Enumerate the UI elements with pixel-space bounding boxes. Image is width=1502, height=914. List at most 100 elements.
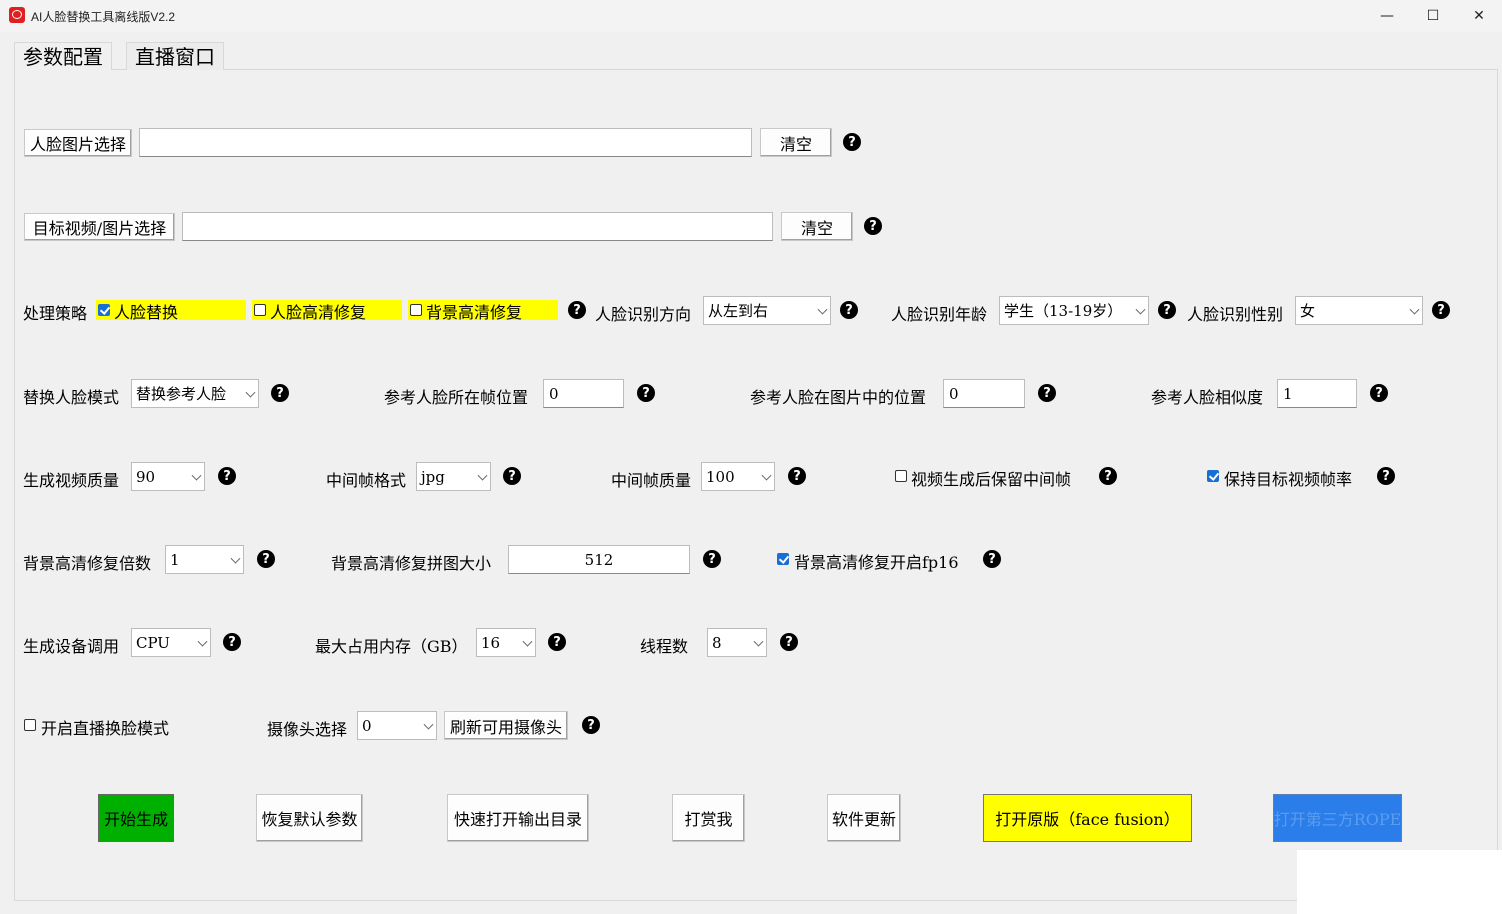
age-select[interactable]: 学生（13-19岁） [999,296,1149,325]
help-icon[interactable]: ? [223,633,241,651]
bg-tile-input[interactable]: 512 [508,545,690,574]
help-icon[interactable]: ? [703,550,721,568]
bg-fp16-checkbox[interactable] [777,553,789,565]
chevron-down-icon [245,387,256,398]
help-icon[interactable]: ? [503,467,521,485]
refresh-camera-button[interactable]: 刷新可用摄像头 [444,711,568,740]
strategy-option-face-enhance[interactable]: 人脸高清修复 [252,300,402,322]
frame-format-value: jpg [421,467,445,486]
gender-value: 女 [1300,302,1316,320]
help-icon[interactable]: ? [637,384,655,402]
help-icon[interactable]: ? [983,550,1001,568]
live-mode-label: 开启直播换脸模式 [41,719,170,738]
frame-quality-label: 中间帧质量 [611,471,692,490]
replace-mode-select[interactable]: 替换参考人脸 [131,379,259,408]
gender-select[interactable]: 女 [1295,296,1423,325]
threads-value: 8 [712,633,722,652]
tab-params[interactable]: 参数配置 [14,42,112,70]
bg-scale-select[interactable]: 1 [165,545,244,574]
camera-label: 摄像头选择 [267,720,348,739]
bg-enhance-checkbox[interactable] [410,304,422,316]
keep-fps-checkbox[interactable] [1207,470,1219,482]
donate-button[interactable]: 打赏我 [672,794,745,842]
chevron-down-icon [423,719,434,730]
bg-scale-label: 背景高清修复倍数 [23,554,152,573]
help-icon[interactable]: ? [1038,384,1056,402]
device-select[interactable]: CPU [131,628,211,657]
title-bar [0,0,1502,32]
help-icon[interactable]: ? [257,550,275,568]
ref-frame-input[interactable]: 0 [543,379,624,408]
keep-frames-checkbox[interactable] [895,470,907,482]
chevron-down-icon [191,470,202,481]
help-icon[interactable]: ? [1158,301,1176,319]
face-image-path-input[interactable] [139,128,752,157]
maximize-icon[interactable]: ☐ [1410,0,1456,32]
bg-scale-value: 1 [170,550,180,569]
help-icon[interactable]: ? [548,633,566,651]
help-icon[interactable]: ? [1370,384,1388,402]
help-icon[interactable]: ? [1377,467,1395,485]
minimize-icon[interactable]: — [1364,0,1410,32]
help-icon[interactable]: ? [843,133,861,151]
strategy-option-face-swap[interactable]: 人脸替换 [96,300,246,322]
face-image-clear-button[interactable]: 清空 [760,128,832,157]
face-image-select-button[interactable]: 人脸图片选择 [24,129,132,157]
help-icon[interactable]: ? [1099,467,1117,485]
face-enhance-label: 人脸高清修复 [270,303,367,322]
frame-quality-select[interactable]: 100 [701,462,775,491]
chevron-down-icon [1135,304,1146,315]
target-clear-button[interactable]: 清空 [781,212,853,241]
target-path-input[interactable] [182,212,773,241]
strategy-option-bg-enhance[interactable]: 背景高清修复 [408,300,558,322]
frame-format-select[interactable]: jpg [416,462,491,491]
frame-format-label: 中间帧格式 [326,471,407,490]
live-mode-checkbox[interactable] [24,719,36,731]
direction-select[interactable]: 从左到右 [703,296,831,325]
ref-similarity-input[interactable]: 1 [1277,379,1357,408]
open-output-dir-button[interactable]: 快速打开输出目录 [447,794,589,842]
video-quality-value: 90 [136,467,156,486]
chevron-down-icon [761,470,772,481]
chevron-down-icon [197,636,208,647]
memory-value: 16 [481,633,501,652]
help-icon[interactable]: ? [218,467,236,485]
ref-pos-input[interactable]: 0 [943,379,1025,408]
app-icon [9,7,25,23]
keep-fps-label: 保持目标视频帧率 [1224,470,1353,489]
bg-fp16-label: 背景高清修复开启fp16 [794,553,959,572]
direction-label: 人脸识别方向 [595,305,692,324]
help-icon[interactable]: ? [1432,301,1450,319]
threads-select[interactable]: 8 [707,628,767,657]
window-title: AI人脸替换工具离线版V2.2 [31,10,176,24]
help-icon[interactable]: ? [271,384,289,402]
help-icon[interactable]: ? [780,633,798,651]
open-rope-button[interactable]: 打开第三方ROPE [1273,794,1402,842]
chevron-down-icon [1409,304,1420,315]
camera-select[interactable]: 0 [357,711,437,740]
memory-label: 最大占用内存（GB） [315,637,468,656]
help-icon[interactable]: ? [582,716,600,734]
age-value: 学生（13-19岁） [1004,302,1123,320]
tab-live[interactable]: 直播窗口 [126,42,224,70]
help-icon[interactable]: ? [568,301,586,319]
age-label: 人脸识别年龄 [891,305,988,324]
help-icon[interactable]: ? [864,217,882,235]
camera-value: 0 [362,716,372,735]
restore-defaults-button[interactable]: 恢复默认参数 [256,794,363,842]
threads-label: 线程数 [640,637,689,656]
help-icon[interactable]: ? [788,467,806,485]
close-icon[interactable]: ✕ [1456,0,1502,32]
target-select-button[interactable]: 目标视频/图片选择 [24,213,175,241]
start-generate-button[interactable]: 开始生成 [98,794,174,842]
help-icon[interactable]: ? [840,301,858,319]
video-quality-select[interactable]: 90 [131,462,205,491]
gender-label: 人脸识别性别 [1187,305,1284,324]
update-button[interactable]: 软件更新 [827,794,901,842]
face-enhance-checkbox[interactable] [254,304,266,316]
frame-quality-value: 100 [706,467,735,486]
face-swap-checkbox[interactable] [98,304,110,316]
memory-select[interactable]: 16 [476,628,536,657]
chevron-down-icon [522,636,533,647]
open-facefusion-button[interactable]: 打开原版（face fusion） [983,794,1192,842]
